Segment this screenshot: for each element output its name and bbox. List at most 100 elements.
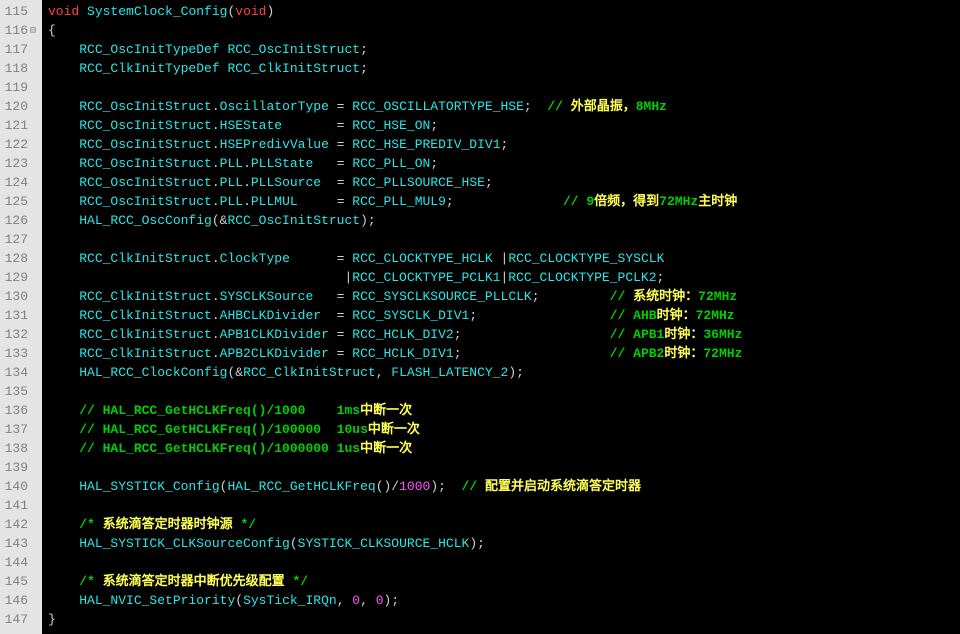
code-token: HSEState — [220, 118, 282, 133]
code-token — [48, 118, 79, 133]
code-line — [48, 78, 960, 97]
code-token: (& — [212, 213, 228, 228]
code-token: ); — [430, 479, 461, 494]
code-token: = — [329, 327, 352, 342]
code-token: /* — [79, 574, 102, 589]
code-token: // — [610, 289, 633, 304]
line-number: 141 — [4, 496, 38, 515]
code-line: // HAL_RCC_GetHCLKFreq()/1000 1ms中断一次 — [48, 401, 960, 420]
line-number: 115 — [4, 2, 38, 21]
code-line: } — [48, 610, 960, 629]
code-token: RCC_OscInitStruct — [79, 156, 212, 171]
line-number: 117 — [4, 40, 38, 59]
code-token: ; — [360, 61, 368, 76]
line-number: 143 — [4, 534, 38, 553]
code-token: = — [329, 346, 352, 361]
code-token: RCC_CLOCKTYPE_SYSCLK — [508, 251, 664, 266]
code-token: 配置并启动系统滴答定时器 — [485, 479, 641, 494]
line-number: 118 — [4, 59, 38, 78]
code-token — [48, 175, 79, 190]
code-line — [48, 230, 960, 249]
code-area[interactable]: void SystemClock_Config(void){ RCC_OscIn… — [42, 0, 960, 634]
code-token: ; — [485, 175, 493, 190]
code-token: RCC_OscInitStruct — [79, 137, 212, 152]
code-token: 72MHz — [696, 308, 735, 323]
code-token: } — [48, 612, 56, 627]
line-number: 133 — [4, 344, 38, 363]
code-token — [48, 327, 79, 342]
code-token: RCC_PLLSOURCE_HSE — [352, 175, 485, 190]
code-token: // AHB — [610, 308, 657, 323]
line-number: 138 — [4, 439, 38, 458]
code-line: /* 系统滴答定时器中断优先级配置 */ — [48, 572, 960, 591]
code-token: 0 — [352, 593, 360, 608]
code-token: RCC_OscInitStruct — [79, 118, 212, 133]
code-line: /* 系统滴答定时器时钟源 */ — [48, 515, 960, 534]
code-token: . — [243, 175, 251, 190]
code-token: ) — [267, 4, 275, 19]
code-token: . — [212, 346, 220, 361]
line-number: 144 — [4, 553, 38, 572]
code-token: ); — [384, 593, 400, 608]
code-token — [48, 536, 79, 551]
code-token: HSEPredivValue — [220, 137, 329, 152]
code-token — [48, 441, 79, 456]
code-line: RCC_OscInitStruct.HSEPredivValue = RCC_H… — [48, 135, 960, 154]
code-line: RCC_OscInitStruct.HSEState = RCC_HSE_ON; — [48, 116, 960, 135]
code-token: ); — [469, 536, 485, 551]
line-number: 129 — [4, 268, 38, 287]
code-token — [48, 61, 79, 76]
code-line — [48, 382, 960, 401]
code-token: RCC_OscInitStruct — [79, 194, 212, 209]
code-token: RCC_CLOCKTYPE_PCLK2 — [508, 270, 656, 285]
code-line: RCC_ClkInitStruct.APB2CLKDivider = RCC_H… — [48, 344, 960, 363]
code-line: HAL_SYSTICK_Config(HAL_RCC_GetHCLKFreq()… — [48, 477, 960, 496]
line-number: 123 — [4, 154, 38, 173]
code-token: ( — [290, 536, 298, 551]
code-token: . — [212, 175, 220, 190]
code-token: RCC_ClkInitTypeDef RCC_ClkInitStruct — [79, 61, 360, 76]
code-token: // 9 — [563, 194, 594, 209]
code-token: (& — [227, 365, 243, 380]
line-number: 119 — [4, 78, 38, 97]
code-line: RCC_OscInitStruct.PLL.PLLState = RCC_PLL… — [48, 154, 960, 173]
code-token: APB2CLKDivider — [220, 346, 329, 361]
code-line — [48, 458, 960, 477]
code-token: 72MHz — [659, 194, 698, 209]
code-token — [48, 156, 79, 171]
code-line — [48, 553, 960, 572]
code-token: RCC_ClkInitStruct — [79, 289, 212, 304]
line-number: 134 — [4, 363, 38, 382]
line-number: 121 — [4, 116, 38, 135]
code-token: HAL_RCC_GetHCLKFreq — [227, 479, 375, 494]
code-token: void — [235, 4, 266, 19]
code-token: RCC_HCLK_DIV2 — [352, 327, 453, 342]
code-line: RCC_OscInitStruct.PLL.PLLSource = RCC_PL… — [48, 173, 960, 192]
code-token: 72MHz — [703, 346, 742, 361]
code-token — [48, 346, 79, 361]
code-token: // APB2 — [610, 346, 665, 361]
code-token: RCC_OscInitTypeDef RCC_OscInitStruct — [79, 42, 360, 57]
code-token: RCC_PLL_ON — [352, 156, 430, 171]
code-token: ClockType — [220, 251, 290, 266]
line-number: 135 — [4, 382, 38, 401]
code-token: = — [282, 118, 352, 133]
code-token: ); — [508, 365, 524, 380]
code-token: | — [493, 251, 509, 266]
code-token: RCC_ClkInitStruct — [243, 365, 376, 380]
code-line: // HAL_RCC_GetHCLKFreq()/1000000 1us中断一次 — [48, 439, 960, 458]
code-token: = — [321, 175, 352, 190]
code-token: 中断一次 — [360, 403, 412, 418]
code-token: RCC_ClkInitStruct — [79, 251, 212, 266]
code-token: ( — [235, 593, 243, 608]
code-token: RCC_OscInitStruct — [227, 213, 360, 228]
code-token: OscillatorType — [220, 99, 329, 114]
code-token: 主时钟 — [698, 194, 737, 209]
code-line: HAL_SYSTICK_CLKSourceConfig(SYSTICK_CLKS… — [48, 534, 960, 553]
code-token: . — [212, 289, 220, 304]
code-token — [48, 308, 79, 323]
code-line: |RCC_CLOCKTYPE_PCLK1|RCC_CLOCKTYPE_PCLK2… — [48, 268, 960, 287]
code-token: FLASH_LATENCY_2 — [391, 365, 508, 380]
fold-marker-icon[interactable]: ⊟ — [28, 22, 38, 41]
line-number-gutter: 115 116⊟117 118 119 120 121 122 123 124 … — [0, 0, 42, 634]
